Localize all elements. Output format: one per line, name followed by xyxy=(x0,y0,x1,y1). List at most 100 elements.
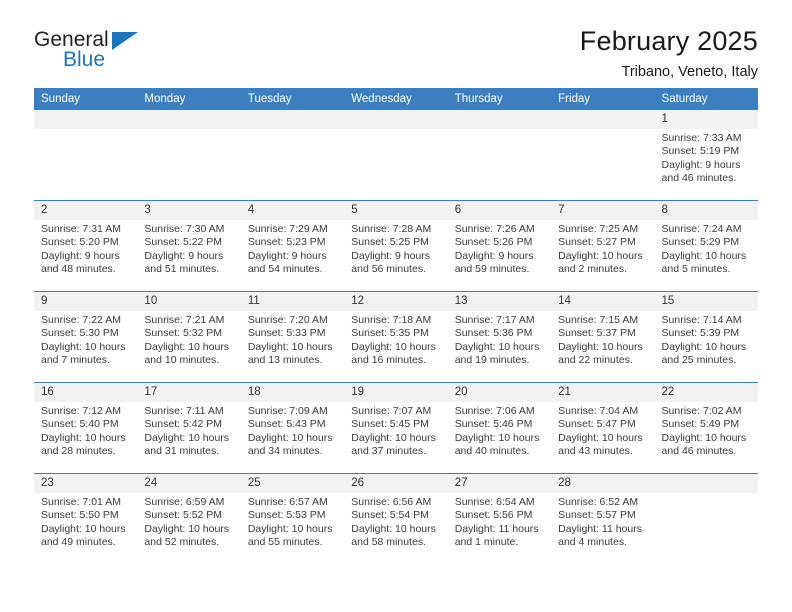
daylight-text-line1: Daylight: 10 hours xyxy=(41,340,126,353)
daylight-text-line2: and 54 minutes. xyxy=(247,263,323,276)
sunrise-text: Sunrise: 7:25 AM xyxy=(558,223,639,235)
day-cell[interactable]: 10 Sunrise: 7:21 AM Sunset: 5:32 PM Dayligh… xyxy=(137,291,241,383)
day-cell[interactable] xyxy=(447,110,552,201)
day-cell[interactable] xyxy=(551,110,655,201)
day-cell[interactable]: 18 Sunrise: 7:09 AM Sunset: 5:43 PM Dayligh… xyxy=(240,382,345,474)
daylight-text-line1: Daylight: 10 hours xyxy=(41,431,126,444)
daylight-text-line2: and 25 minutes. xyxy=(661,354,737,367)
sunset-text: Sunset: 5:22 PM xyxy=(144,236,223,249)
sunrise-text: Sunrise: 7:24 AM xyxy=(661,223,742,235)
daylight-text-line1: Daylight: 9 hours xyxy=(454,249,534,262)
day-cell[interactable]: 28 Sunrise: 6:52 AM Sunset: 5:57 PM Dayligh… xyxy=(551,473,655,564)
day-number: 26 xyxy=(344,474,448,493)
day-cell[interactable]: 8 Sunrise: 7:24 AM Sunset: 5:29 PM Daylight… xyxy=(654,200,758,292)
daylight-text-line2: and 2 minutes. xyxy=(558,263,627,276)
daylight-text-line1: Daylight: 10 hours xyxy=(351,522,436,535)
day-cell[interactable]: 11 Sunrise: 7:20 AM Sunset: 5:33 PM Dayligh… xyxy=(240,291,345,383)
day-number: 16 xyxy=(34,383,138,402)
sunset-text: Sunset: 5:19 PM xyxy=(661,145,740,158)
daylight-text-line1: Daylight: 10 hours xyxy=(661,431,747,444)
day-number: 13 xyxy=(447,292,552,311)
day-cell[interactable]: 13 Sunrise: 7:17 AM Sunset: 5:36 PM Dayligh… xyxy=(447,291,552,383)
sunset-text: Sunset: 5:53 PM xyxy=(247,509,326,522)
day-cell[interactable] xyxy=(344,110,448,201)
daylight-text-line1: Daylight: 10 hours xyxy=(247,522,333,535)
sunrise-text: Sunrise: 7:01 AM xyxy=(41,496,121,508)
sunset-text: Sunset: 5:23 PM xyxy=(247,236,326,249)
sunrise-text: Sunrise: 6:57 AM xyxy=(247,496,328,508)
day-cell[interactable]: 5 Sunrise: 7:28 AM Sunset: 5:25 PM Daylight… xyxy=(344,200,448,292)
day-cell[interactable] xyxy=(34,110,138,201)
day-info: Sunrise: 6:52 AM Sunset: 5:57 PM Daylight:… xyxy=(551,493,654,550)
day-number: 11 xyxy=(240,292,345,311)
brand-name-blue: Blue xyxy=(63,48,106,71)
day-cell[interactable]: 20 Sunrise: 7:06 AM Sunset: 5:46 PM Dayligh… xyxy=(447,382,552,474)
day-cell[interactable] xyxy=(654,473,758,564)
day-number: 6 xyxy=(447,201,552,220)
day-cell[interactable] xyxy=(137,110,241,201)
daylight-text-line2: and 4 minutes. xyxy=(558,536,627,549)
daylight-text-line2: and 10 minutes. xyxy=(144,354,220,367)
daylight-text-line1: Daylight: 9 hours xyxy=(351,249,431,262)
day-cell[interactable]: 16 Sunrise: 7:12 AM Sunset: 5:40 PM Dayligh… xyxy=(34,382,138,474)
sunset-text: Sunset: 5:52 PM xyxy=(144,509,223,522)
day-number xyxy=(34,110,138,129)
day-info: Sunrise: 6:59 AM Sunset: 5:52 PM Daylight:… xyxy=(137,493,240,550)
title-block: February 2025 Tribano, Veneto, Italy xyxy=(580,26,758,82)
daylight-text-line1: Daylight: 11 hours xyxy=(454,522,539,535)
daylight-text-line2: and 16 minutes. xyxy=(351,354,426,367)
daylight-text-line2: and 59 minutes. xyxy=(454,263,530,276)
daylight-text-line1: Daylight: 10 hours xyxy=(558,431,643,444)
day-number xyxy=(551,110,655,129)
daylight-text-line1: Daylight: 10 hours xyxy=(558,340,643,353)
sunrise-text: Sunrise: 7:04 AM xyxy=(558,405,639,417)
day-info: Sunrise: 7:09 AM Sunset: 5:43 PM Daylight:… xyxy=(241,402,344,459)
daylight-text-line1: Daylight: 10 hours xyxy=(41,522,126,535)
daylight-text-line1: Daylight: 10 hours xyxy=(454,431,540,444)
sunrise-text: Sunrise: 6:56 AM xyxy=(351,496,432,508)
day-cell[interactable]: 21 Sunrise: 7:04 AM Sunset: 5:47 PM Dayligh… xyxy=(551,382,655,474)
day-cell[interactable]: 1 Sunrise: 7:33 AM Sunset: 5:19 PM Daylight… xyxy=(654,110,758,201)
daylight-text-line2: and 52 minutes. xyxy=(144,536,220,549)
day-cell[interactable]: 4 Sunrise: 7:29 AM Sunset: 5:23 PM Daylight… xyxy=(240,200,345,292)
day-cell[interactable]: 7 Sunrise: 7:25 AM Sunset: 5:27 PM Daylight… xyxy=(551,200,655,292)
day-number: 24 xyxy=(137,474,241,493)
daylight-text-line2: and 19 minutes. xyxy=(454,354,530,367)
sunrise-text: Sunrise: 7:09 AM xyxy=(247,405,328,417)
day-info xyxy=(344,129,447,132)
day-cell[interactable]: 24 Sunrise: 6:59 AM Sunset: 5:52 PM Dayligh… xyxy=(137,473,241,564)
day-cell[interactable]: 9 Sunrise: 7:22 AM Sunset: 5:30 PM Daylight… xyxy=(34,291,138,383)
day-number: 17 xyxy=(137,383,241,402)
calendar-page: General Blue February 2025 Tribano, Vene… xyxy=(0,0,792,612)
day-cell[interactable]: 6 Sunrise: 7:26 AM Sunset: 5:26 PM Daylight… xyxy=(447,200,552,292)
day-cell[interactable]: 12 Sunrise: 7:18 AM Sunset: 5:35 PM Dayligh… xyxy=(344,291,448,383)
day-cell[interactable]: 25 Sunrise: 6:57 AM Sunset: 5:53 PM Dayligh… xyxy=(240,473,345,564)
day-number: 5 xyxy=(344,201,448,220)
weekday-header-saturday: Saturday xyxy=(654,88,758,110)
day-cell[interactable]: 3 Sunrise: 7:30 AM Sunset: 5:22 PM Daylight… xyxy=(137,200,241,292)
sunrise-text: Sunrise: 6:59 AM xyxy=(144,496,225,508)
daylight-text-line2: and 51 minutes. xyxy=(144,263,220,276)
day-cell[interactable]: 2 Sunrise: 7:31 AM Sunset: 5:20 PM Daylight… xyxy=(34,200,138,292)
day-number: 19 xyxy=(344,383,448,402)
day-number xyxy=(137,110,241,129)
daylight-text-line1: Daylight: 10 hours xyxy=(144,340,230,353)
sunset-text: Sunset: 5:49 PM xyxy=(661,418,740,431)
sunrise-text: Sunrise: 7:29 AM xyxy=(247,223,328,235)
day-cell[interactable] xyxy=(240,110,345,201)
day-cell[interactable]: 26 Sunrise: 6:56 AM Sunset: 5:54 PM Dayligh… xyxy=(344,473,448,564)
sunset-text: Sunset: 5:39 PM xyxy=(661,327,740,340)
day-cell[interactable]: 15 Sunrise: 7:14 AM Sunset: 5:39 PM Dayligh… xyxy=(654,291,758,383)
day-cell[interactable]: 19 Sunrise: 7:07 AM Sunset: 5:45 PM Dayligh… xyxy=(344,382,448,474)
day-cell[interactable]: 17 Sunrise: 7:11 AM Sunset: 5:42 PM Dayligh… xyxy=(137,382,241,474)
day-info: Sunrise: 7:26 AM Sunset: 5:26 PM Daylight:… xyxy=(448,220,551,277)
daylight-text-line1: Daylight: 10 hours xyxy=(247,431,333,444)
day-number: 25 xyxy=(240,474,345,493)
day-cell[interactable]: 14 Sunrise: 7:15 AM Sunset: 5:37 PM Dayligh… xyxy=(551,291,655,383)
day-number: 9 xyxy=(34,292,138,311)
day-cell[interactable]: 23 Sunrise: 7:01 AM Sunset: 5:50 PM Dayligh… xyxy=(34,473,138,564)
sunset-text: Sunset: 5:30 PM xyxy=(41,327,119,340)
day-cell[interactable]: 22 Sunrise: 7:02 AM Sunset: 5:49 PM Dayligh… xyxy=(654,382,758,474)
sunrise-text: Sunrise: 7:22 AM xyxy=(41,314,121,326)
day-cell[interactable]: 27 Sunrise: 6:54 AM Sunset: 5:56 PM Dayligh… xyxy=(447,473,552,564)
